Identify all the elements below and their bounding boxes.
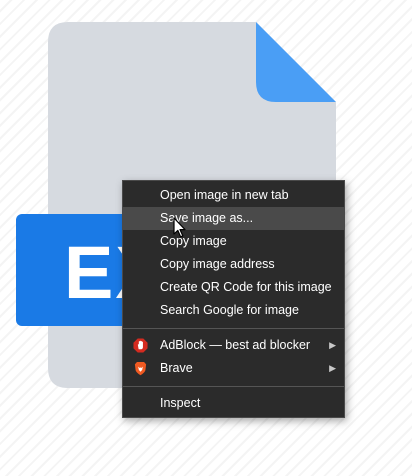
menu-separator (123, 328, 344, 329)
menu-item-create-qr-code[interactable]: Create QR Code for this image (123, 276, 344, 299)
menu-item-adblock[interactable]: AdBlock — best ad blocker ▶ (123, 334, 344, 357)
menu-item-open-image-new-tab[interactable]: Open image in new tab (123, 184, 344, 207)
context-menu: Open image in new tab Save image as... C… (122, 180, 345, 418)
brave-lion-icon (134, 361, 147, 376)
menu-item-copy-image[interactable]: Copy image (123, 230, 344, 253)
menu-item-inspect[interactable]: Inspect (123, 392, 344, 415)
menu-item-brave[interactable]: Brave ▶ (123, 357, 344, 380)
file-folded-corner (256, 22, 336, 102)
menu-item-label: Inspect (160, 396, 201, 410)
mouse-pointer-icon (173, 217, 186, 238)
menu-item-label: Brave (160, 361, 193, 375)
menu-item-save-image-as[interactable]: Save image as... (123, 207, 344, 230)
submenu-arrow-icon: ▶ (329, 340, 336, 350)
menu-separator (123, 386, 344, 387)
menu-item-label: Copy image address (160, 257, 275, 271)
menu-item-label: Search Google for image (160, 303, 299, 317)
menu-item-copy-image-address[interactable]: Copy image address (123, 253, 344, 276)
menu-item-label: Create QR Code for this image (160, 280, 332, 294)
menu-item-label: Open image in new tab (160, 188, 289, 202)
menu-item-search-google-image[interactable]: Search Google for image (123, 299, 344, 322)
menu-item-label: AdBlock — best ad blocker (160, 338, 311, 352)
menu-item-label: Copy image (160, 234, 227, 248)
submenu-arrow-icon: ▶ (329, 363, 336, 373)
adblock-icon (133, 338, 148, 353)
